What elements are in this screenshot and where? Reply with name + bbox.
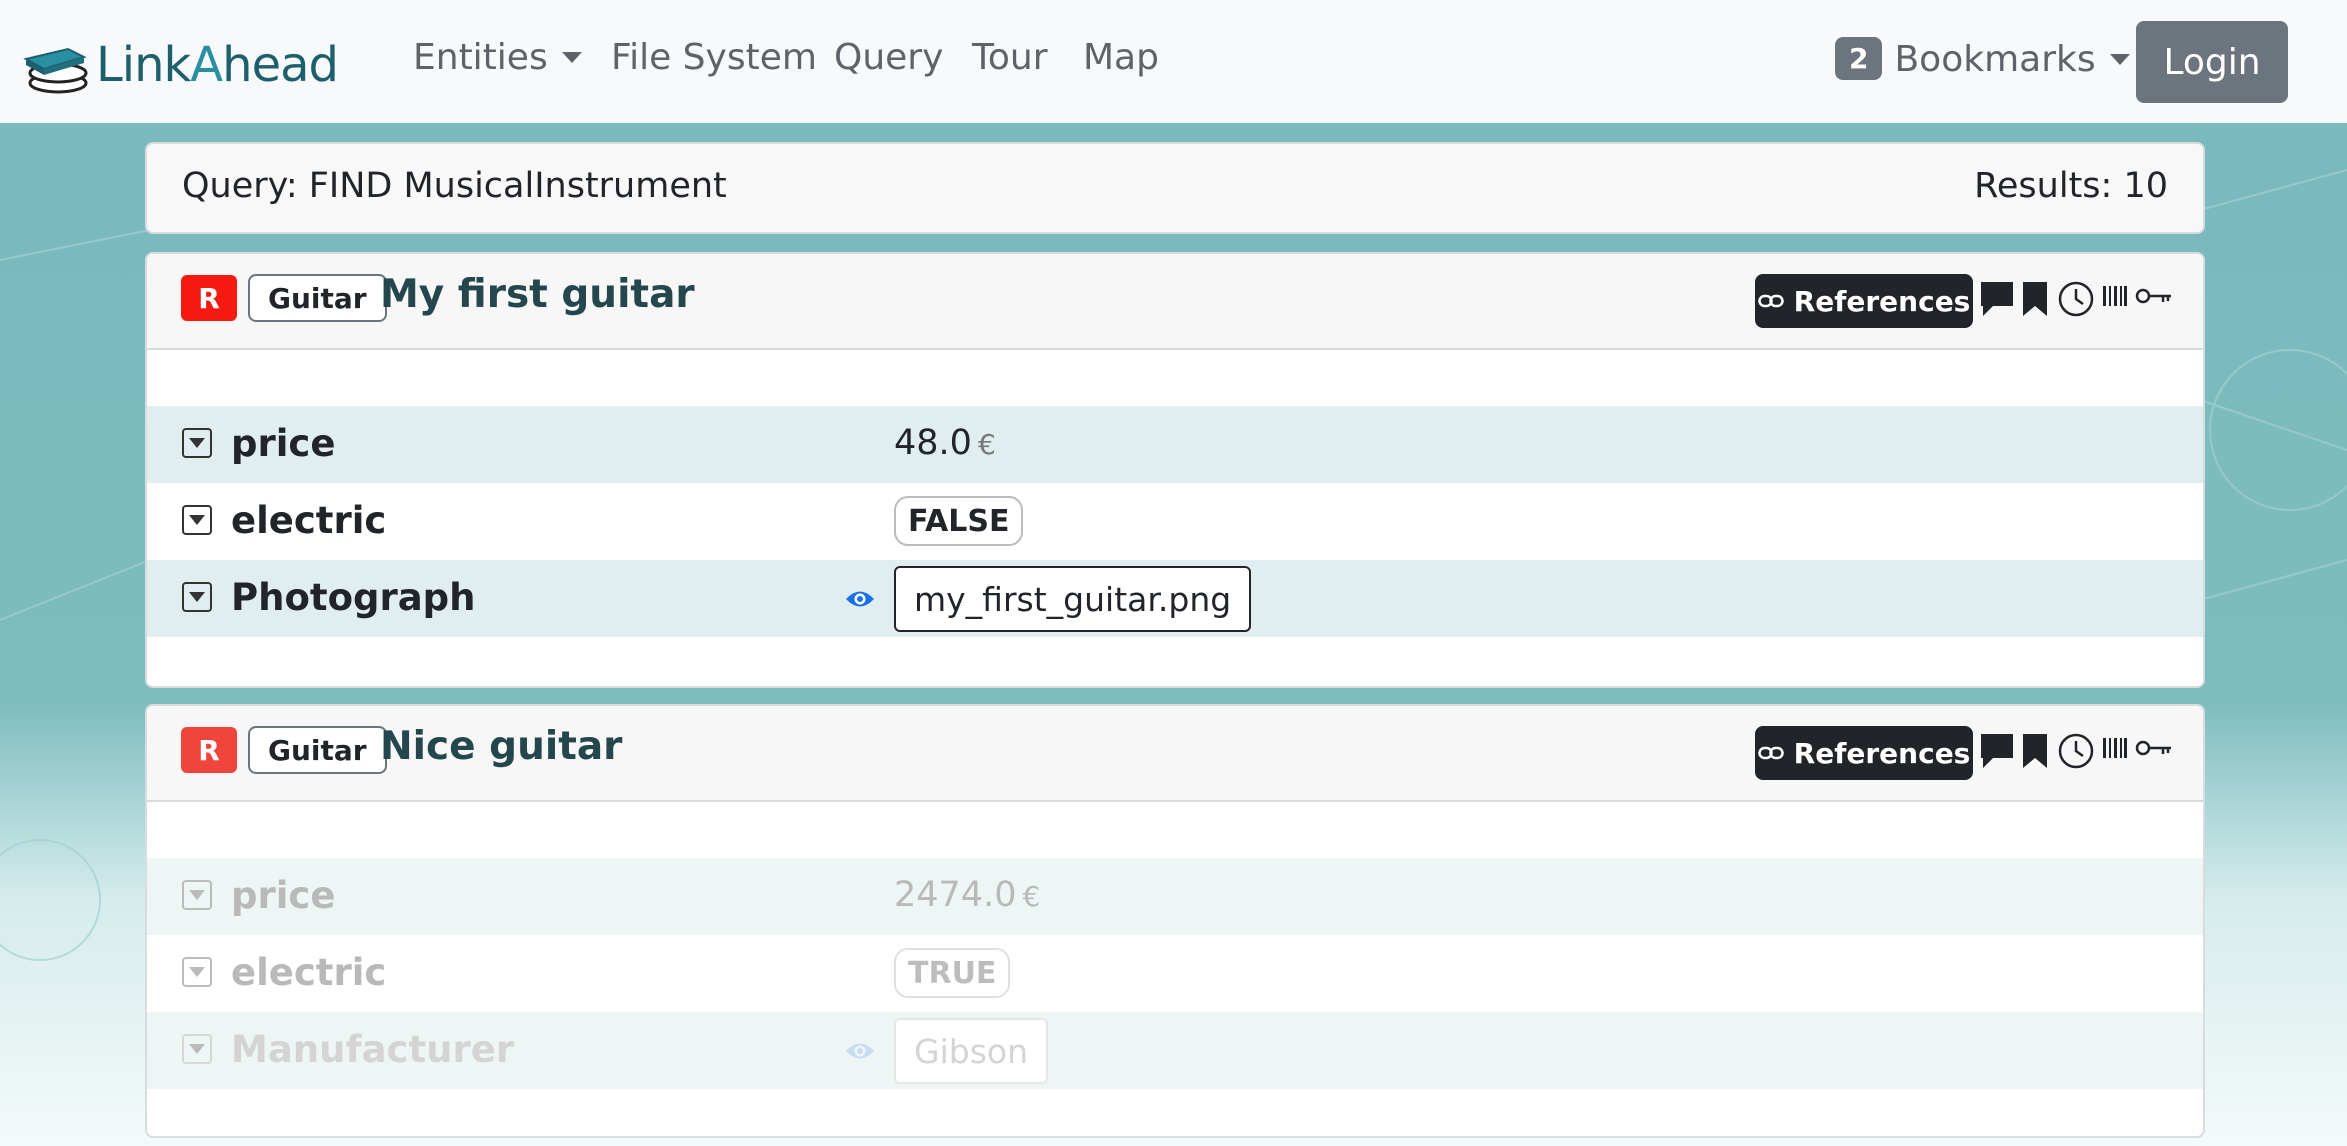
property-name: electric: [231, 499, 387, 542]
property-name: Manufacturer: [231, 1028, 515, 1071]
property-row: electric FALSE: [147, 483, 2203, 560]
nav-file-system[interactable]: File System: [611, 37, 817, 78]
login-button[interactable]: Login: [2136, 21, 2288, 103]
nav-map[interactable]: Map: [1083, 37, 1159, 78]
brand-name: LinkAhead: [96, 37, 339, 93]
key-icon[interactable]: [2135, 284, 2173, 308]
property-value-text: 48.0: [894, 423, 972, 463]
reference-value-link[interactable]: Gibson: [894, 1018, 1048, 1084]
entity-name: My first guitar: [380, 272, 695, 317]
bookmarks-dropdown[interactable]: 2 Bookmarks: [1835, 37, 2130, 80]
barcode-icon[interactable]: [2102, 284, 2128, 308]
caret-down-icon[interactable]: [182, 582, 212, 612]
property-name: Photograph: [231, 576, 476, 619]
bookmark-icon[interactable]: [2021, 732, 2049, 770]
property-unit: €: [977, 428, 996, 461]
property-row: electric TRUE: [147, 935, 2203, 1012]
navbar: LinkAhead Entities File System Query Tou…: [0, 0, 2347, 123]
comment-icon[interactable]: [1979, 732, 2015, 770]
references-label: References: [1793, 284, 1971, 318]
eye-icon[interactable]: [844, 1040, 876, 1062]
type-badge[interactable]: Guitar: [248, 726, 387, 774]
property-value: 48.0 €: [894, 423, 996, 463]
property-name: price: [231, 874, 336, 917]
reference-value-link[interactable]: my_first_guitar.png: [894, 566, 1252, 632]
property-row: price 2474.0 €: [147, 858, 2203, 935]
property-row: Manufacturer Gibson: [147, 1012, 2203, 1089]
role-badge: R: [181, 275, 237, 321]
entity-header: R Guitar Nice guitar References: [147, 706, 2203, 802]
caret-down-icon[interactable]: [182, 957, 212, 987]
bookmarks-label: Bookmarks: [1894, 39, 2096, 80]
references-label: References: [1793, 736, 1971, 770]
property-row: price 48.0 €: [147, 406, 2203, 483]
history-icon[interactable]: [2057, 732, 2095, 770]
boolean-value: FALSE: [894, 496, 1024, 546]
type-badge[interactable]: Guitar: [248, 274, 387, 322]
caret-down-icon[interactable]: [182, 428, 212, 458]
property-name: price: [231, 422, 336, 465]
entity-card: R Guitar Nice guitar References price 24…: [145, 704, 2205, 1138]
caret-down-icon[interactable]: [182, 505, 212, 535]
comment-icon[interactable]: [1979, 280, 2015, 318]
bookmarks-count-badge: 2: [1835, 37, 1883, 80]
eye-icon[interactable]: [844, 588, 876, 610]
boolean-value: TRUE: [894, 948, 1011, 998]
property-name: electric: [231, 951, 387, 994]
property-unit: €: [1022, 880, 1041, 913]
barcode-icon[interactable]: [2102, 736, 2128, 760]
role-badge: R: [181, 727, 237, 773]
nav-entities-label: Entities: [413, 37, 548, 78]
entity-header: R Guitar My first guitar References: [147, 254, 2203, 350]
references-button[interactable]: References: [1755, 726, 1973, 780]
property-value-text: 2474.0: [894, 875, 1017, 915]
references-button[interactable]: References: [1755, 274, 1973, 328]
results-count: Results: 10: [1974, 166, 2168, 206]
nav-tour[interactable]: Tour: [972, 37, 1048, 78]
caret-down-icon[interactable]: [182, 880, 212, 910]
property-row: Photograph my_first_guitar.png: [147, 560, 2203, 637]
query-summary: Query: FIND MusicalInstrument Results: 1…: [145, 142, 2205, 234]
entity-name: Nice guitar: [380, 724, 623, 769]
nav-entities[interactable]: Entities: [413, 37, 582, 78]
nav-query[interactable]: Query: [834, 37, 943, 78]
key-icon[interactable]: [2135, 736, 2173, 760]
link-icon: [1757, 746, 1784, 760]
caret-down-icon: [2109, 54, 2130, 65]
entity-card: R Guitar My first guitar References pric…: [145, 252, 2205, 688]
caret-down-icon[interactable]: [182, 1034, 212, 1064]
link-icon: [1757, 294, 1784, 308]
brand-logo[interactable]: LinkAhead: [22, 34, 339, 96]
logo-icon: [23, 47, 88, 94]
query-text: Query: FIND MusicalInstrument: [182, 166, 727, 206]
property-value: 2474.0 €: [894, 875, 1040, 915]
bookmark-icon[interactable]: [2021, 280, 2049, 318]
caret-down-icon: [561, 52, 582, 63]
history-icon[interactable]: [2057, 280, 2095, 318]
